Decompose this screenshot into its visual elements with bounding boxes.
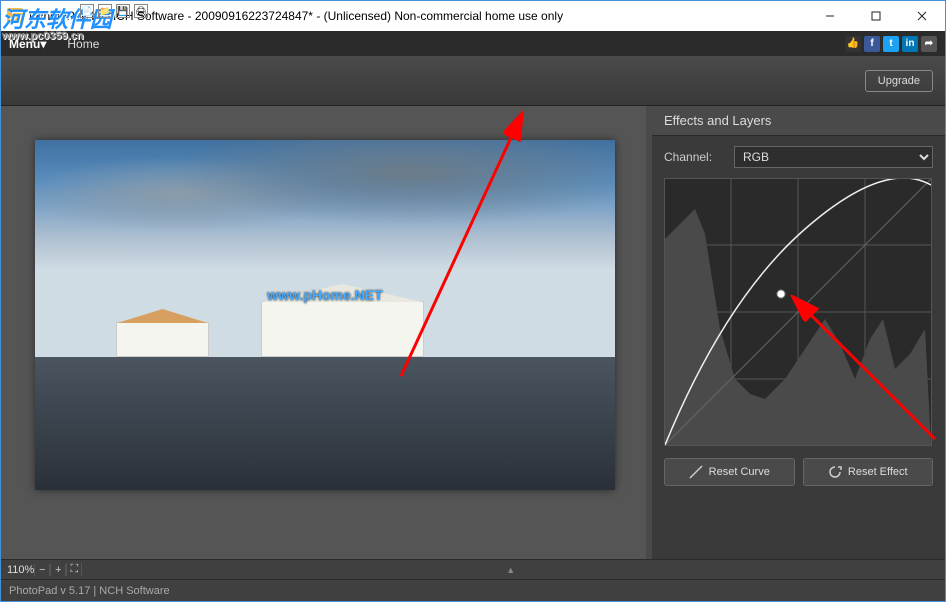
reset-effect-button[interactable]: Reset Effect [803,458,934,486]
side-panel: Effects and Layers Channel: RGB [652,106,945,559]
share-icon[interactable]: ➦ [921,36,937,52]
zoom-value[interactable]: 110% [7,564,34,576]
canvas-area[interactable]: www.pHome.NET [1,106,646,559]
menubar: Menu ▾ Home 👍 f t in ➦ [1,31,945,56]
channel-label: Channel: [664,150,734,164]
menu-home[interactable]: Home [54,31,112,56]
close-button[interactable] [899,1,945,31]
maximize-button[interactable] [853,1,899,31]
social-icons: 👍 f t in ➦ [845,31,945,56]
toolbar: Upgrade [1,56,945,106]
status-text: PhotoPad v 5.17 | NCH Software [9,585,170,597]
expand-handle[interactable]: ▲ [82,565,939,575]
twitter-icon[interactable]: t [883,36,899,52]
color-curves-panel: Channel: RGB [652,136,945,559]
minimize-button[interactable] [807,1,853,31]
linkedin-icon[interactable]: in [902,36,918,52]
image-watermark: www.pHome.NET [267,287,382,303]
like-icon[interactable]: 👍 [845,36,861,52]
annotation-arrow-1 [391,106,571,406]
zoom-fit-button[interactable]: ⛶ [66,563,82,576]
menu-logo[interactable]: Menu ▾ [1,31,54,56]
statusbar: PhotoPad v 5.17 | NCH Software [1,579,945,601]
reset-effect-icon [828,465,842,479]
workspace: www.pHome.NET Effects and Layers Channel… [1,106,945,559]
reset-curve-button[interactable]: Reset Curve [664,458,795,486]
quickaccess-icons: 📄📁💾🖨 [80,4,148,18]
facebook-icon[interactable]: f [864,36,880,52]
upgrade-button[interactable]: Upgrade [865,70,933,92]
channel-select[interactable]: RGB [734,146,933,168]
zoom-in-button[interactable]: + [50,564,66,576]
reset-curve-icon [689,465,703,479]
annotation-arrow-2 [775,279,945,449]
panel-title: Effects and Layers [652,106,945,136]
zoom-out-button[interactable]: − [34,564,50,576]
zoombar: 110% − + ⛶ ▲ [1,559,945,579]
curve-editor[interactable] [664,178,932,446]
app-icon [7,8,23,24]
